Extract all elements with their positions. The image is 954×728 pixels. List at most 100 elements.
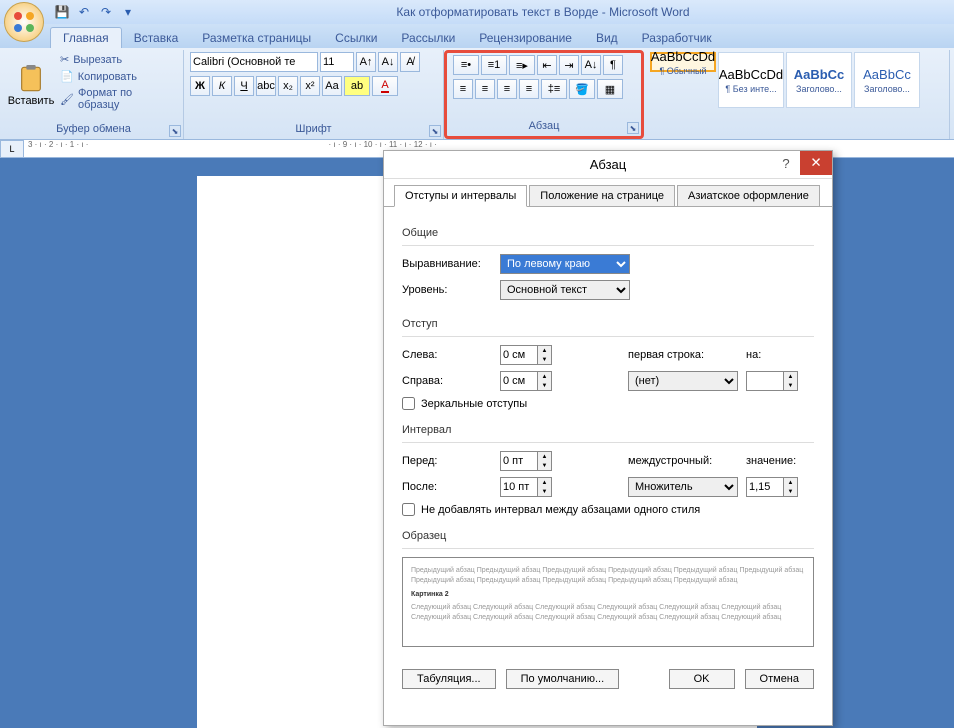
tab-review[interactable]: Рецензирование xyxy=(467,28,584,48)
align-left-button[interactable]: ≡ xyxy=(453,79,473,99)
redo-icon[interactable]: ↷ xyxy=(98,4,114,20)
quick-access-toolbar: 💾 ↶ ↷ ▾ xyxy=(54,4,136,20)
line-spacing-button[interactable]: ‡≡ xyxy=(541,79,567,99)
paragraph-dialog: Абзац ? ✕ Отступы и интервалы Положение … xyxy=(383,150,833,726)
underline-button[interactable]: Ч xyxy=(234,76,254,96)
line-spacing-select[interactable]: Множитель xyxy=(628,477,738,497)
ruler-corner[interactable]: L xyxy=(0,140,24,158)
dialog-close-button[interactable]: ✕ xyxy=(800,151,832,175)
increase-indent-button[interactable]: ⇥ xyxy=(559,55,579,75)
dialog-tabs: Отступы и интервалы Положение на страниц… xyxy=(384,179,832,207)
justify-button[interactable]: ≡ xyxy=(519,79,539,99)
office-button[interactable] xyxy=(4,2,44,42)
tab-layout[interactable]: Разметка страницы xyxy=(190,28,323,48)
copy-button[interactable]: 📄Копировать xyxy=(56,69,177,84)
format-painter-button[interactable]: 🖌Формат по образцу xyxy=(56,86,177,112)
borders-button[interactable]: ▦ xyxy=(597,79,623,99)
chevron-down-icon[interactable]: ▼ xyxy=(538,355,551,364)
save-icon[interactable]: 💾 xyxy=(54,4,70,20)
style-heading2[interactable]: AaBbCc Заголово... xyxy=(854,52,920,108)
dlg-tab-indents[interactable]: Отступы и интервалы xyxy=(394,185,527,207)
mirror-indents-checkbox[interactable]: Зеркальные отступы xyxy=(402,397,814,410)
at-label: значение: xyxy=(746,455,806,467)
align-right-button[interactable]: ≡ xyxy=(497,79,517,99)
multilevel-button[interactable]: ≡▸ xyxy=(509,55,535,75)
spacing-after-label: После: xyxy=(402,481,492,493)
scissors-icon: ✂ xyxy=(60,53,69,66)
ribbon: Вставить ✂Вырезать 📄Копировать 🖌Формат п… xyxy=(0,48,954,140)
show-marks-button[interactable]: ¶ xyxy=(603,55,623,75)
font-size-select[interactable] xyxy=(320,52,354,72)
no-add-space-checkbox[interactable]: Не добавлять интервал между абзацами одн… xyxy=(402,503,814,516)
tab-insert[interactable]: Вставка xyxy=(122,28,191,48)
paste-button[interactable]: Вставить xyxy=(10,52,52,118)
indent-label: Отступ xyxy=(402,318,814,330)
first-line-by-spinner[interactable]: ▲▼ xyxy=(746,371,798,391)
paragraph-launcher-icon[interactable]: ⬊ xyxy=(627,122,639,134)
clear-format-button[interactable]: A̸ xyxy=(400,52,420,72)
italic-button[interactable]: К xyxy=(212,76,232,96)
dlg-tab-position[interactable]: Положение на странице xyxy=(529,185,675,207)
dialog-help-button[interactable]: ? xyxy=(772,151,800,175)
strike-button[interactable]: abc xyxy=(256,76,276,96)
dlg-tab-asian[interactable]: Азиатское оформление xyxy=(677,185,820,207)
tab-view[interactable]: Вид xyxy=(584,28,630,48)
shading-button[interactable]: 🪣 xyxy=(569,79,595,99)
bold-button[interactable]: Ж xyxy=(190,76,210,96)
align-center-button[interactable]: ≡ xyxy=(475,79,495,99)
font-group: A↑ A↓ A̸ Ж К Ч abc x₂ x² Aa ab A Шрифт ⬊ xyxy=(184,50,444,139)
paste-label: Вставить xyxy=(8,95,55,107)
bullets-button[interactable]: ≡• xyxy=(453,55,479,75)
tab-dev[interactable]: Разработчик xyxy=(630,28,724,48)
default-button[interactable]: По умолчанию... xyxy=(506,669,620,689)
ok-button[interactable]: OK xyxy=(669,669,735,689)
line-spacing-at-spinner[interactable]: ▲▼ xyxy=(746,477,798,497)
subscript-button[interactable]: x₂ xyxy=(278,76,298,96)
tab-home[interactable]: Главная xyxy=(50,27,122,48)
undo-icon[interactable]: ↶ xyxy=(76,4,92,20)
tab-refs[interactable]: Ссылки xyxy=(323,28,389,48)
grow-font-button[interactable]: A↑ xyxy=(356,52,376,72)
font-name-select[interactable] xyxy=(190,52,318,72)
spacing-before-spinner[interactable]: ▲▼ xyxy=(500,451,552,471)
change-case-button[interactable]: Aa xyxy=(322,76,342,96)
first-line-label: первая строка: xyxy=(628,349,738,361)
font-color-button[interactable]: A xyxy=(372,76,398,96)
numbering-button[interactable]: ≡1 xyxy=(481,55,507,75)
indent-right-spinner[interactable]: ▲▼ xyxy=(500,371,552,391)
window-title: Как отформатировать текст в Ворде - Micr… xyxy=(136,5,950,19)
clipboard-group: Вставить ✂Вырезать 📄Копировать 🖌Формат п… xyxy=(4,50,184,139)
clipboard-launcher-icon[interactable]: ⬊ xyxy=(169,125,181,137)
spacing-before-label: Перед: xyxy=(402,455,492,467)
style-normal[interactable]: AaBbCcDd ¶ Обычный xyxy=(650,52,716,72)
spacing-label: Интервал xyxy=(402,424,814,436)
font-label: Шрифт xyxy=(190,121,437,137)
indent-left-label: Слева: xyxy=(402,349,492,361)
tab-mail[interactable]: Рассылки xyxy=(389,28,467,48)
dialog-title: Абзац xyxy=(590,157,626,172)
style-no-spacing[interactable]: AaBbCcDd ¶ Без инте... xyxy=(718,52,784,108)
cancel-button[interactable]: Отмена xyxy=(745,669,814,689)
styles-group: AaBbCcDd ¶ Обычный AaBbCcDd ¶ Без инте..… xyxy=(644,50,950,139)
chevron-up-icon[interactable]: ▲ xyxy=(538,346,551,355)
style-heading1[interactable]: AaBbCc Заголово... xyxy=(786,52,852,108)
superscript-button[interactable]: x² xyxy=(300,76,320,96)
font-launcher-icon[interactable]: ⬊ xyxy=(429,125,441,137)
indent-left-spinner[interactable]: ▲▼ xyxy=(500,345,552,365)
sort-button[interactable]: A↓ xyxy=(581,55,601,75)
spacing-after-spinner[interactable]: ▲▼ xyxy=(500,477,552,497)
tabs-button[interactable]: Табуляция... xyxy=(402,669,496,689)
highlight-button[interactable]: ab xyxy=(344,76,370,96)
line-spacing-label: междустрочный: xyxy=(628,455,738,467)
decrease-indent-button[interactable]: ⇤ xyxy=(537,55,557,75)
alignment-select[interactable]: По левому краю xyxy=(500,254,630,274)
first-line-select[interactable]: (нет) xyxy=(628,371,738,391)
shrink-font-button[interactable]: A↓ xyxy=(378,52,398,72)
cut-button[interactable]: ✂Вырезать xyxy=(56,52,177,67)
level-select[interactable]: Основной текст xyxy=(500,280,630,300)
clipboard-label: Буфер обмена xyxy=(10,121,177,137)
brush-icon: 🖌 xyxy=(60,93,74,106)
general-label: Общие xyxy=(402,227,814,239)
qat-dropdown-icon[interactable]: ▾ xyxy=(120,4,136,20)
preview-box: Предыдущий абзац Предыдущий абзац Предыд… xyxy=(402,557,814,647)
